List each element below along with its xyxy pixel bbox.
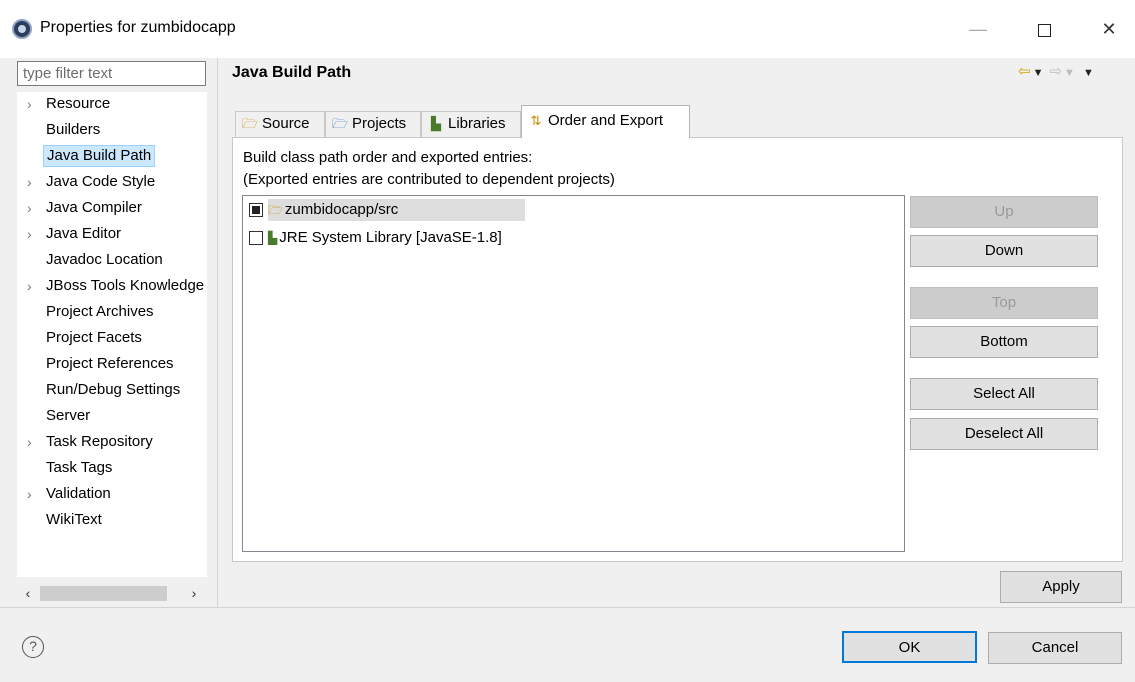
pane-divider[interactable] xyxy=(217,58,218,608)
tree-item-builders[interactable]: Builders xyxy=(17,119,207,141)
eclipse-app-icon xyxy=(12,19,32,39)
chevron-right-icon[interactable]: › xyxy=(27,483,32,505)
projects-icon: 🗁 xyxy=(332,116,349,131)
help-icon[interactable]: ? xyxy=(22,636,44,658)
deselect-all-button[interactable]: Deselect All xyxy=(910,418,1098,450)
tab-source[interactable]: 🗁 Source xyxy=(235,111,325,137)
down-button[interactable]: Down xyxy=(910,235,1098,267)
tree-item-java-build-path[interactable]: Java Build Path xyxy=(17,145,207,167)
scroll-left-icon[interactable]: ‹ xyxy=(19,583,37,604)
export-checkbox[interactable] xyxy=(249,203,263,217)
source-folder-icon: 🗁 xyxy=(242,116,259,131)
tab-order-and-export[interactable]: ⇅ Order and Export xyxy=(521,105,690,138)
tree-item-server[interactable]: Server xyxy=(17,405,207,427)
source-folder-icon: 🗁 xyxy=(268,203,283,217)
order-export-icon: ⇅ xyxy=(530,113,542,128)
export-checkbox[interactable] xyxy=(249,231,263,245)
forward-menu-icon[interactable]: ▼ xyxy=(1064,67,1075,79)
minimize-button[interactable]: — xyxy=(955,10,1001,48)
ok-button[interactable]: OK xyxy=(842,631,977,663)
library-icon: ▙ xyxy=(268,231,278,245)
tree-item-task-repository[interactable]: › Task Repository xyxy=(17,431,207,453)
view-menu-icon[interactable]: ▼ xyxy=(1083,67,1094,79)
tree-item-validation[interactable]: › Validation xyxy=(17,483,207,505)
cancel-button[interactable]: Cancel xyxy=(988,632,1122,664)
top-button[interactable]: Top xyxy=(910,287,1098,319)
tree-item-run-debug-settings[interactable]: Run/Debug Settings xyxy=(17,379,207,401)
property-page-tree: › Resource Builders Java Build Path › Java… xyxy=(17,92,207,577)
description-line-1: Build class path order and exported entr… xyxy=(243,149,533,166)
tree-item-resource[interactable]: › Resource xyxy=(17,93,207,115)
title-bar: Properties for zumbidocapp — ✕ xyxy=(0,0,1135,58)
tree-item-wikitext[interactable]: WikiText xyxy=(17,509,207,531)
tree-item-project-references[interactable]: Project References xyxy=(17,353,207,375)
chevron-right-icon[interactable]: › xyxy=(27,223,32,245)
tree-item-java-editor[interactable]: › Java Editor xyxy=(17,223,207,245)
apply-button[interactable]: Apply xyxy=(1000,571,1122,603)
chevron-right-icon[interactable]: › xyxy=(27,197,32,219)
scroll-right-icon[interactable]: › xyxy=(185,583,203,604)
close-button[interactable]: ✕ xyxy=(1086,10,1132,48)
tree-item-task-tags[interactable]: Task Tags xyxy=(17,457,207,479)
back-arrow-icon[interactable]: ⇦ xyxy=(1018,63,1031,80)
window-title: Properties for zumbidocapp xyxy=(40,19,236,36)
tab-projects[interactable]: 🗁 Projects xyxy=(325,111,421,137)
scrollbar-thumb[interactable] xyxy=(40,586,167,601)
maximize-icon xyxy=(1037,23,1051,37)
maximize-button[interactable] xyxy=(1021,10,1067,48)
libraries-icon: ▙ xyxy=(431,116,441,131)
tree-item-java-compiler[interactable]: › Java Compiler xyxy=(17,197,207,219)
chevron-right-icon[interactable]: › xyxy=(27,171,32,193)
tree-item-jboss-tools-knowledge[interactable]: › JBoss Tools Knowledge xyxy=(17,275,207,297)
chevron-right-icon[interactable]: › xyxy=(27,431,32,453)
tree-item-javadoc-location[interactable]: Javadoc Location xyxy=(17,249,207,271)
page-title: Java Build Path xyxy=(232,64,352,81)
tree-item-java-code-style[interactable]: › Java Code Style xyxy=(17,171,207,193)
tab-libraries[interactable]: ▙ Libraries xyxy=(421,111,521,137)
back-menu-icon[interactable]: ▼ xyxy=(1033,67,1044,79)
page-navigation: ⇦ ▼ ⇨ ▼ ▼ xyxy=(1018,62,1100,80)
bottom-button[interactable]: Bottom xyxy=(910,326,1098,358)
entry-label: JRE System Library [JavaSE-1.8] xyxy=(279,229,502,246)
tree-item-project-archives[interactable]: Project Archives xyxy=(17,301,207,323)
tree-item-project-facets[interactable]: Project Facets xyxy=(17,327,207,349)
filter-input[interactable] xyxy=(17,61,206,86)
chevron-right-icon[interactable]: › xyxy=(27,275,32,297)
entry-label: zumbidocapp/src xyxy=(284,201,399,218)
tree-horizontal-scrollbar[interactable]: ‹ › xyxy=(17,583,207,604)
classpath-entries-list[interactable]: 🗁 zumbidocapp/src ▙ JRE System Library [Ja… xyxy=(242,195,905,552)
chevron-right-icon[interactable]: › xyxy=(27,93,32,115)
description-line-2: (Exported entries are contributed to dep… xyxy=(243,171,615,188)
select-all-button[interactable]: Select All xyxy=(910,378,1098,410)
footer-divider xyxy=(0,607,1135,608)
up-button[interactable]: Up xyxy=(910,196,1098,228)
forward-arrow-icon[interactable]: ⇨ xyxy=(1049,63,1062,80)
